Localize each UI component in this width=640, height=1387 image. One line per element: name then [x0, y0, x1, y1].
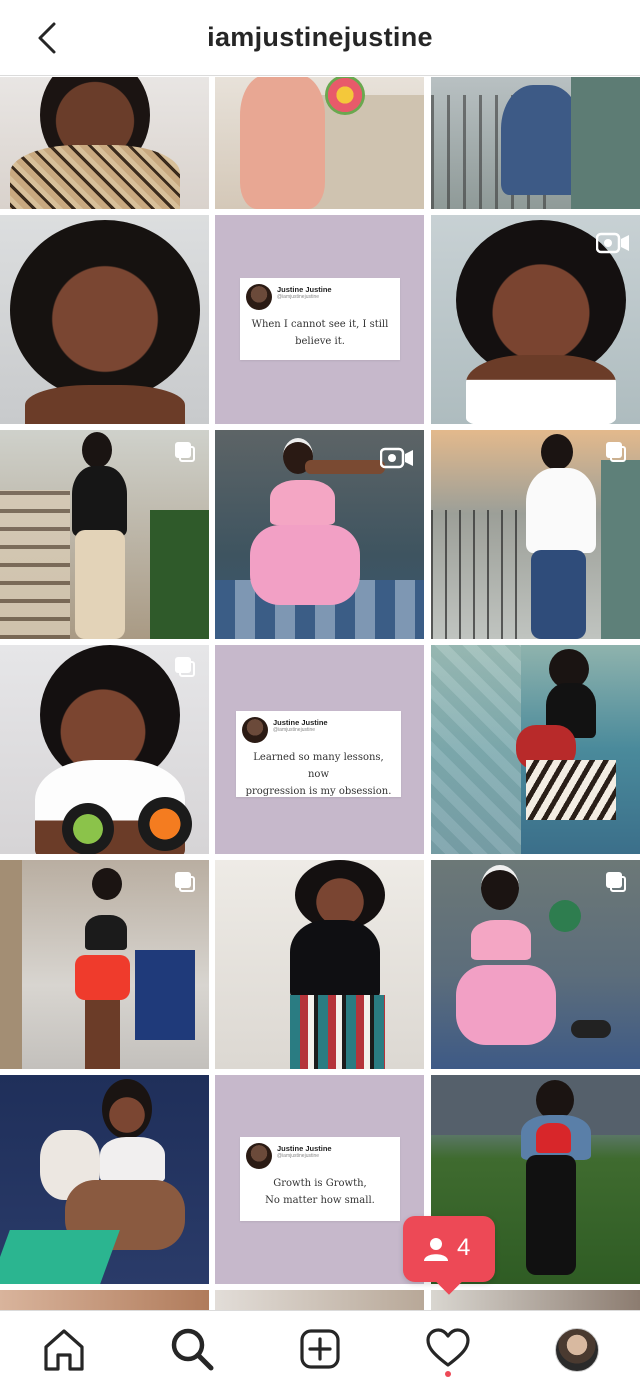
tab-profile[interactable]: [551, 1323, 603, 1375]
tweet-avatar: [242, 717, 268, 743]
grid-post[interactable]: [431, 77, 640, 209]
heart-icon: [426, 1328, 470, 1367]
tweet-avatar: [246, 1143, 272, 1169]
post-grid: Justine Justine @iamjustinejustine When …: [0, 77, 640, 1310]
grid-post[interactable]: [0, 860, 209, 1069]
multiple-photos-icon: [175, 657, 197, 679]
tweet-handle: @iamjustinejustine: [273, 727, 316, 733]
grid-post[interactable]: [0, 430, 209, 639]
tweet-line: No matter how small.: [265, 1195, 375, 1206]
tweet-text: Learned so many lessons, now progression…: [242, 749, 395, 800]
grid-post[interactable]: [215, 430, 424, 639]
grid-post[interactable]: [0, 1075, 209, 1284]
grid-post[interactable]: [431, 645, 640, 854]
tweet-card: Justine Justine @iamjustinejustine Learn…: [236, 711, 401, 797]
notification-count: 4: [457, 1234, 471, 1261]
tweet-name: Justine Justine: [273, 718, 328, 727]
multiple-photos-icon: [606, 872, 628, 894]
tweet-line: progression is my obsession.: [245, 786, 392, 797]
tab-search[interactable]: [166, 1323, 218, 1375]
page-title: iamjustinejustine: [207, 22, 433, 52]
tweet-card: Justine Justine @iamjustinejustine When …: [240, 278, 400, 360]
multiple-photos-icon: [175, 442, 197, 464]
video-icon: [595, 231, 630, 255]
tweet-avatar: [246, 284, 272, 310]
activity-dot: [445, 1371, 451, 1377]
activity-notification[interactable]: 4: [403, 1216, 495, 1282]
grid-post[interactable]: [0, 77, 209, 209]
profile-avatar: [555, 1328, 599, 1372]
tweet-handle: @iamjustinejustine: [277, 1153, 320, 1159]
add-post-icon: [300, 1329, 340, 1369]
home-icon: [44, 1329, 84, 1371]
tweet-name: Justine Justine: [277, 1144, 332, 1153]
search-icon: [171, 1328, 214, 1371]
grid-post[interactable]: [215, 1290, 424, 1310]
grid-post[interactable]: [431, 215, 640, 424]
tab-new-post[interactable]: [294, 1323, 346, 1375]
grid-post[interactable]: [0, 215, 209, 424]
grid-post[interactable]: [215, 77, 424, 209]
profile-header: iamjustinejustine: [0, 0, 640, 76]
tweet-line: believe it.: [295, 336, 345, 347]
quote-post[interactable]: Justine Justine @iamjustinejustine Learn…: [215, 645, 424, 854]
person-icon: [424, 1238, 448, 1261]
bottom-tab-bar: [0, 1310, 640, 1387]
quote-post[interactable]: Justine Justine @iamjustinejustine When …: [215, 215, 424, 424]
multiple-photos-icon: [606, 442, 628, 464]
tweet-line: Growth is Growth,: [273, 1178, 367, 1189]
tweet-handle: @iamjustinejustine: [277, 294, 320, 300]
tweet-name: Justine Justine: [277, 285, 332, 294]
tab-activity[interactable]: [422, 1323, 474, 1377]
grid-post[interactable]: [431, 430, 640, 639]
grid-post[interactable]: [0, 645, 209, 854]
video-icon: [379, 446, 414, 470]
tweet-line: Learned so many lessons, now: [253, 752, 384, 780]
grid-post[interactable]: [431, 860, 640, 1069]
tweet-line: When I cannot see it, I still: [251, 319, 389, 330]
grid-post[interactable]: [0, 1290, 209, 1310]
tweet-text: When I cannot see it, I still believe it…: [246, 316, 394, 350]
tweet-text: Growth is Growth, No matter how small.: [246, 1175, 394, 1209]
multiple-photos-icon: [175, 872, 197, 894]
grid-post[interactable]: [215, 860, 424, 1069]
quote-post[interactable]: Justine Justine @iamjustinejustine Growt…: [215, 1075, 424, 1284]
tweet-card: Justine Justine @iamjustinejustine Growt…: [240, 1137, 400, 1221]
grid-post[interactable]: [431, 1290, 640, 1310]
tab-home[interactable]: [38, 1323, 90, 1375]
